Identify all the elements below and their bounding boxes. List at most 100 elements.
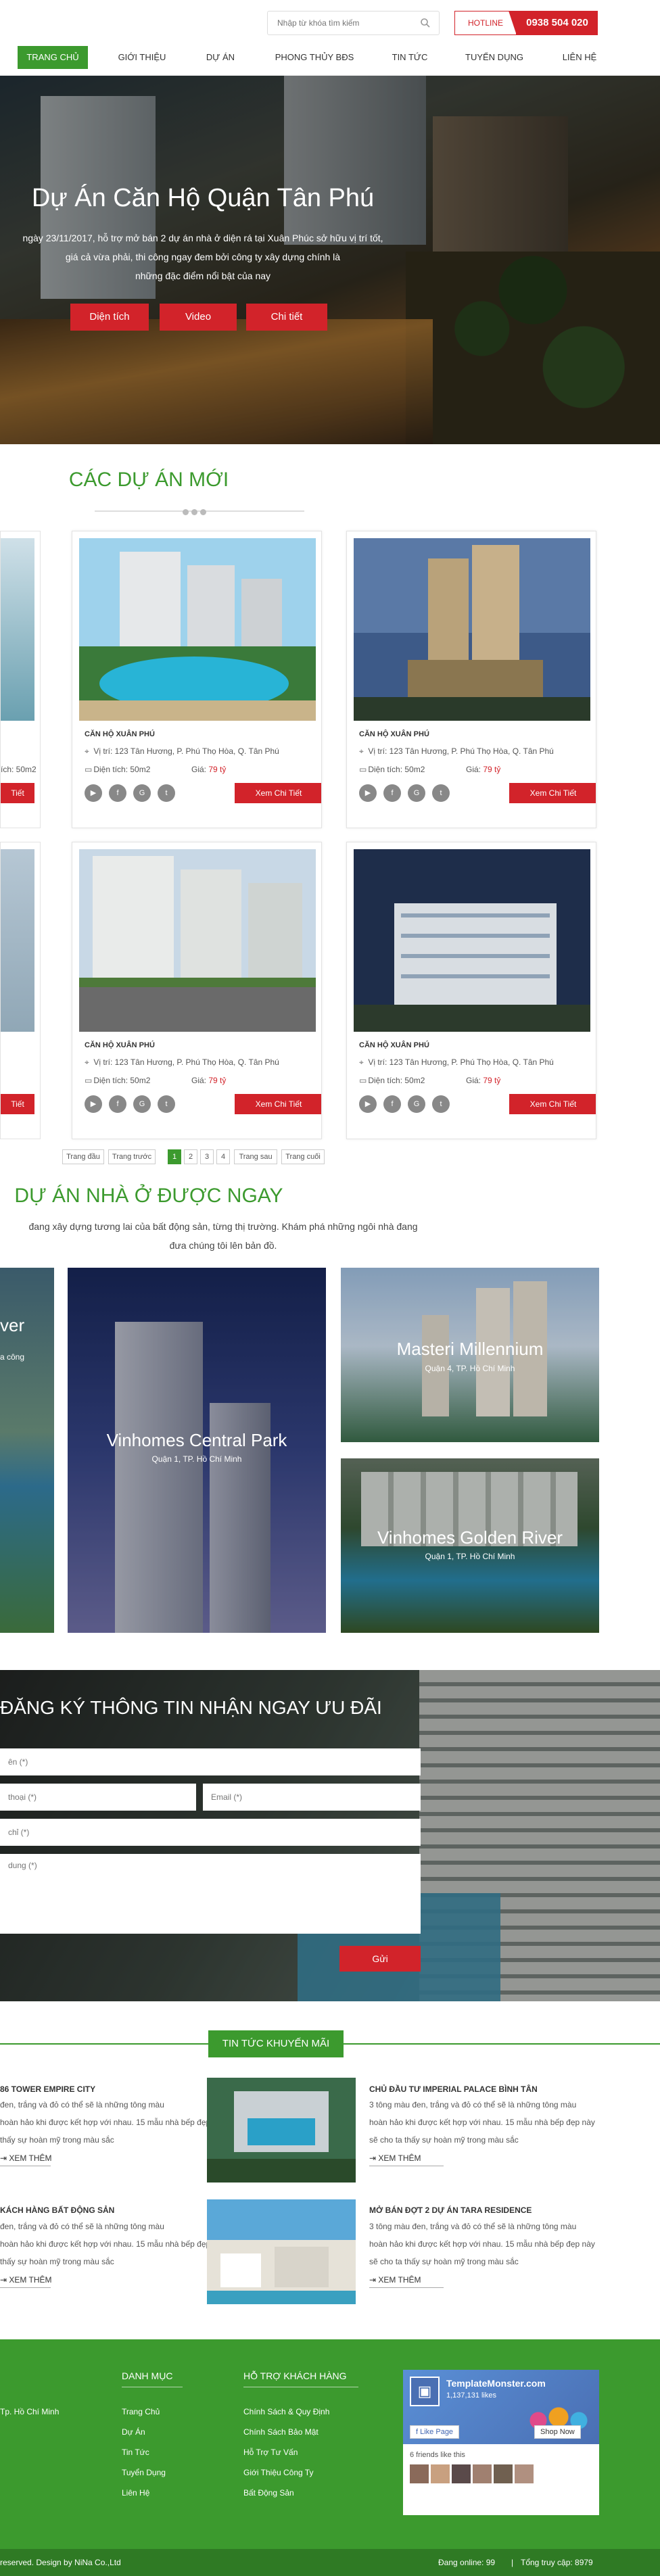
- youtube-icon[interactable]: ▶: [85, 1095, 102, 1113]
- nav-item-home[interactable]: TRANG CHỦ: [18, 46, 88, 69]
- name-field[interactable]: [0, 1748, 421, 1775]
- featured-project-partial[interactable]: ver a công: [0, 1268, 54, 1633]
- nav-item-about[interactable]: GIỚI THIỆU: [108, 46, 176, 69]
- news-read-more[interactable]: XEM THÊM: [369, 2153, 421, 2163]
- avatar[interactable]: [410, 2464, 429, 2483]
- copyright: reserved. Design by NiNa Co.,Ltd: [0, 2558, 121, 2567]
- avatar[interactable]: [431, 2464, 450, 2483]
- page-first[interactable]: Trang đầu: [62, 1149, 104, 1164]
- hero-area-button[interactable]: Diện tích: [70, 304, 149, 331]
- news-item-desc: 3 tông màu đen, trắng và đỏ có thể sẽ là…: [369, 2222, 595, 2266]
- nav-item-news[interactable]: TIN TỨC: [383, 46, 437, 69]
- hotline-number[interactable]: 0938 504 020: [509, 11, 598, 35]
- nav-item-contact[interactable]: LIÊN HỆ: [549, 46, 610, 69]
- footer-link[interactable]: Hỗ Trợ Tư Vấn: [243, 2448, 298, 2457]
- footer-link[interactable]: Trang Chủ: [122, 2407, 160, 2416]
- footer-link[interactable]: Giới Thiệu Công Ty: [243, 2468, 313, 2477]
- footer-link[interactable]: Chính Sách Bảo Mật: [243, 2427, 319, 2437]
- project-image[interactable]: [79, 849, 316, 1032]
- avatar[interactable]: [473, 2464, 492, 2483]
- nav-item-projects[interactable]: DỰ ÁN: [193, 46, 248, 69]
- project-image[interactable]: [79, 538, 316, 721]
- footer-link[interactable]: Liên Hệ: [122, 2488, 149, 2498]
- twitter-icon[interactable]: t: [158, 784, 175, 802]
- featured-project-name: Vinhomes Golden River: [377, 1527, 563, 1548]
- google-plus-icon[interactable]: G: [408, 1095, 425, 1113]
- total-visits: Tổng truy cập: 8979: [521, 2558, 593, 2567]
- project-name[interactable]: CĂN HỘ XUÂN PHÚ: [359, 730, 429, 738]
- avatar[interactable]: [494, 2464, 513, 2483]
- facebook-icon[interactable]: f: [383, 1095, 401, 1113]
- page-2[interactable]: 2: [184, 1149, 197, 1164]
- fb-like-button[interactable]: f Like Page: [410, 2425, 460, 2439]
- youtube-icon[interactable]: ▶: [359, 1095, 377, 1113]
- news-item-title[interactable]: MỞ BÁN ĐỢT 2 DỰ ÁN TARA RESIDENCE: [369, 2205, 532, 2215]
- news-item-title[interactable]: 86 TOWER EMPIRE CITY: [0, 2084, 95, 2094]
- avatar[interactable]: [515, 2464, 534, 2483]
- page-prev[interactable]: Trang trước: [108, 1149, 156, 1164]
- google-plus-icon[interactable]: G: [133, 1095, 151, 1113]
- news-thumbnail[interactable]: [207, 2078, 356, 2183]
- nav-item-fengshui[interactable]: PHONG THỦY BĐS: [264, 46, 365, 69]
- news-read-more[interactable]: XEM THÊM: [369, 2275, 421, 2285]
- page-3[interactable]: 3: [200, 1149, 214, 1164]
- project-image[interactable]: [354, 538, 590, 721]
- youtube-icon[interactable]: ▶: [85, 784, 102, 802]
- hero-detail-button[interactable]: Chi tiết: [246, 304, 327, 331]
- share-icons: ▶ f Gt: [85, 784, 182, 802]
- google-plus-icon[interactable]: G: [408, 784, 425, 802]
- youtube-icon[interactable]: ▶: [359, 784, 377, 802]
- page-4[interactable]: 4: [216, 1149, 230, 1164]
- footer-link[interactable]: Tuyển Dụng: [122, 2468, 166, 2477]
- news-item-title[interactable]: CHỦ ĐẦU TƯ IMPERIAL PALACE BÌNH TÂN: [369, 2084, 538, 2094]
- content-field[interactable]: [0, 1854, 421, 1934]
- view-detail-button[interactable]: Xem Chi Tiết: [235, 1094, 321, 1114]
- featured-project-location: Quận 1, TP. Hồ Chí Minh: [425, 1552, 515, 1561]
- nav-item-careers[interactable]: TUYỂN DỤNG: [457, 46, 532, 69]
- fb-page-name[interactable]: TemplateMonster.com: [446, 2378, 546, 2389]
- facebook-icon[interactable]: f: [109, 784, 126, 802]
- search-icon[interactable]: [420, 18, 431, 28]
- address-field[interactable]: [0, 1819, 421, 1846]
- phone-field[interactable]: [0, 1784, 196, 1811]
- avatar[interactable]: [452, 2464, 471, 2483]
- project-name[interactable]: CĂN HỘ XUÂN PHÚ: [85, 730, 155, 738]
- fb-friend-avatars: [410, 2464, 534, 2485]
- send-button[interactable]: Gửi: [339, 1946, 421, 1972]
- page-last[interactable]: Trang cuối: [281, 1149, 325, 1164]
- online-count: Đang online: 99: [438, 2558, 496, 2567]
- footer-link[interactable]: Chính Sách & Quy Định: [243, 2407, 329, 2416]
- featured-project-vinhomes-golden-river[interactable]: Vinhomes Golden River Quận 1, TP. Hồ Chí…: [341, 1458, 599, 1633]
- news-read-more[interactable]: XEM THÊM: [0, 2153, 51, 2163]
- news-item-desc: đen, trắng và đỏ có thể sẽ là những tông…: [0, 2100, 226, 2145]
- google-plus-icon[interactable]: G: [133, 784, 151, 802]
- twitter-icon[interactable]: t: [432, 1095, 450, 1113]
- fb-shop-button[interactable]: Shop Now: [534, 2425, 581, 2439]
- page-1[interactable]: 1: [168, 1149, 181, 1164]
- twitter-icon[interactable]: t: [432, 784, 450, 802]
- facebook-icon[interactable]: f: [383, 784, 401, 802]
- page-next[interactable]: Trang sau: [234, 1149, 277, 1164]
- hero-video-button[interactable]: Video: [160, 304, 237, 331]
- view-detail-button[interactable]: Xem Chi Tiết: [509, 783, 596, 803]
- share-icons: ▶ f Gt: [85, 1095, 182, 1113]
- footer-link[interactable]: Tin Tức: [122, 2448, 149, 2457]
- view-detail-button[interactable]: Xem Chi Tiết: [509, 1094, 596, 1114]
- facebook-icon[interactable]: f: [109, 1095, 126, 1113]
- project-name[interactable]: CĂN HỘ XUÂN PHÚ: [359, 1041, 429, 1049]
- project-card: CĂN HỘ XUÂN PHÚ ⌖ Vị trí: 123 Tân Hương,…: [346, 842, 596, 1139]
- email-field[interactable]: [203, 1784, 421, 1811]
- twitter-icon[interactable]: t: [158, 1095, 175, 1113]
- project-card: CĂN HỘ XUÂN PHÚ ⌖ Vị trí: 123 Tân Hương,…: [346, 531, 596, 828]
- news-read-more[interactable]: XEM THÊM: [0, 2275, 51, 2285]
- news-thumbnail[interactable]: [207, 2199, 356, 2304]
- project-image[interactable]: [354, 849, 590, 1032]
- featured-project-masteri-millennium[interactable]: Masteri Millennium Quận 4, TP. Hồ Chí Mi…: [341, 1268, 599, 1442]
- footer-link[interactable]: Dự Án: [122, 2427, 145, 2437]
- search-input[interactable]: [268, 11, 410, 34]
- view-detail-button[interactable]: Xem Chi Tiết: [235, 783, 321, 803]
- featured-project-vinhomes-central-park[interactable]: Vinhomes Central Park Quận 1, TP. Hồ Chí…: [68, 1268, 326, 1633]
- project-name[interactable]: CĂN HỘ XUÂN PHÚ: [85, 1041, 155, 1049]
- footer-link[interactable]: Bất Động Sản: [243, 2488, 294, 2498]
- news-item-title[interactable]: KÁCH HÀNG BẤT ĐỘNG SẢN: [0, 2205, 114, 2215]
